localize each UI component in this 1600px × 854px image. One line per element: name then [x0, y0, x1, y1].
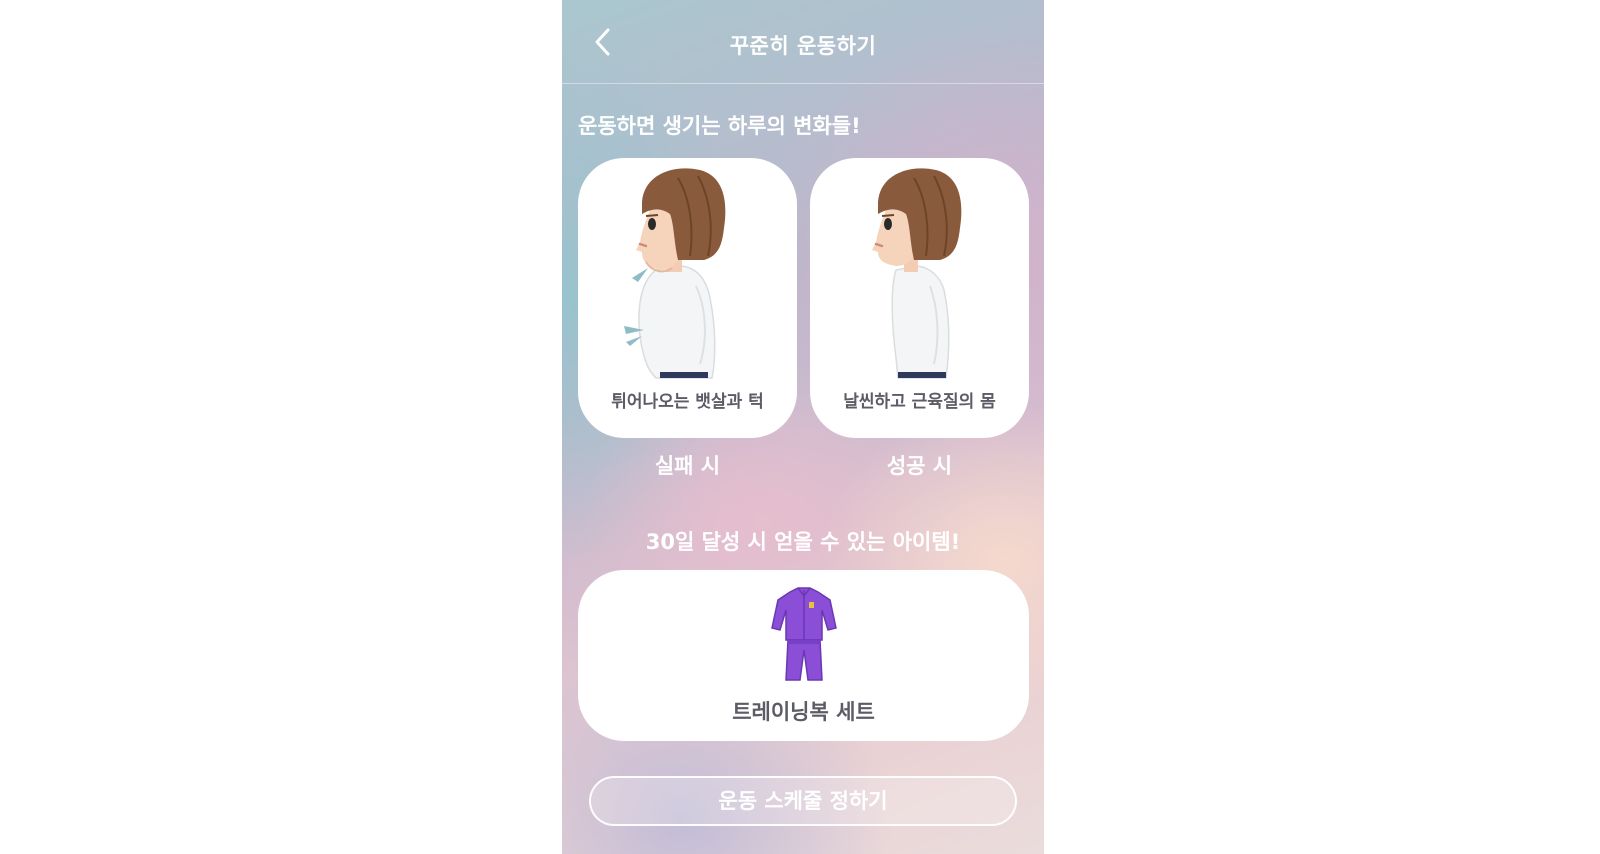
reward-item-name: 트레이닝복 세트: [732, 700, 875, 724]
fail-result-caption: 튀어나오는 뱃살과 턱: [611, 392, 764, 412]
fail-result-card: 튀어나오는 뱃살과 턱: [578, 158, 797, 438]
success-result-caption: 날씬하고 근육질의 몸: [843, 392, 996, 412]
success-result-card: 날씬하고 근육질의 몸: [810, 158, 1029, 438]
page-title: 꾸준히 운동하기: [729, 34, 877, 58]
avatar-fit-image: [872, 168, 962, 379]
app-screen: 꾸준히 운동하기 운동하면 생기는 하루의 변화들! 튀어나오는 뱃살과 턱 날…: [562, 0, 1044, 854]
top-bar: 꾸준히 운동하기: [562, 0, 1044, 84]
set-schedule-button[interactable]: 운동 스케줄 정하기: [589, 776, 1017, 826]
avatar-bloated-image: [624, 168, 726, 379]
success-label: 성공 시: [886, 454, 953, 478]
reward-item-card: 트레이닝복 세트: [578, 570, 1029, 741]
reward-section-title: 30일 달성 시 얻을 수 있는 아이템!: [645, 530, 961, 554]
fail-label: 실패 시: [654, 454, 721, 478]
changes-section-title: 운동하면 생기는 하루의 변화들!: [578, 114, 861, 138]
tracksuit-icon: [771, 587, 837, 681]
